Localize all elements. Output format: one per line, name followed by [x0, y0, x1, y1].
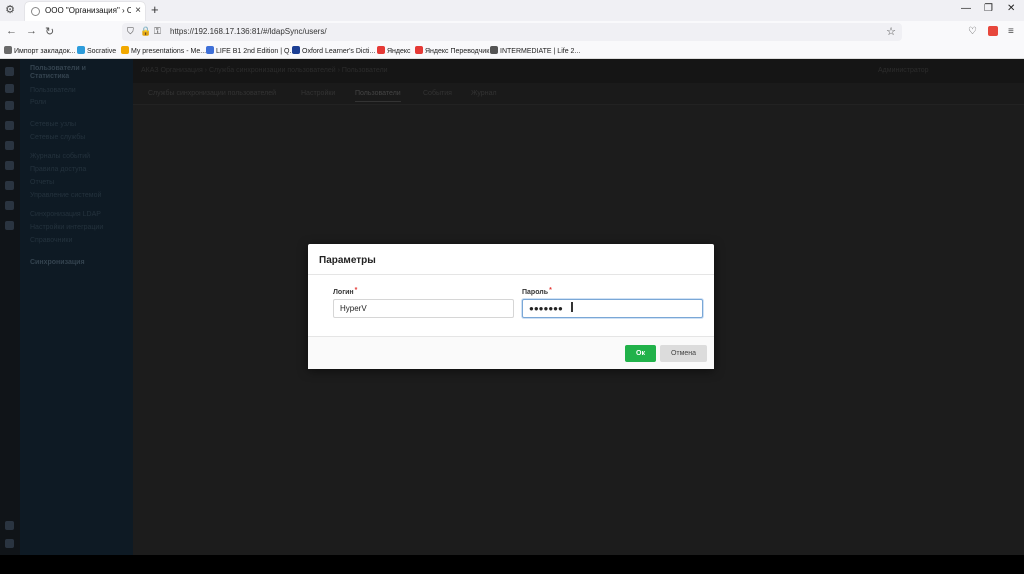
- pocket-icon[interactable]: ♡: [968, 26, 977, 37]
- folder-icon[interactable]: [5, 141, 14, 150]
- sidebar-item[interactable]: Роли: [30, 99, 46, 106]
- app-tabs: Службы синхронизации пользователей Настр…: [133, 83, 1024, 105]
- bookmark-item[interactable]: Яндекс: [377, 46, 411, 55]
- tab-title: ООО "Организация" › Служба: [45, 6, 131, 15]
- maximize-icon[interactable]: ❐: [984, 3, 993, 14]
- dialog-title: Параметры: [319, 255, 376, 266]
- parameters-dialog: Параметры Логин* Пароль* Ок Отмена: [308, 244, 714, 369]
- shield-icon[interactable]: ⛉: [127, 26, 134, 37]
- password-field[interactable]: [522, 299, 703, 318]
- network-icon[interactable]: [5, 101, 14, 110]
- home-icon[interactable]: [5, 67, 14, 76]
- text-cursor-icon: [571, 302, 573, 312]
- tab-users[interactable]: Пользователи: [355, 90, 401, 102]
- bookmark-star-icon[interactable]: ☆: [886, 25, 896, 38]
- bookmark-item[interactable]: Oxford Learner's Dicti...: [292, 46, 375, 55]
- bookmark-favicon-icon: [77, 46, 85, 54]
- shield-icon[interactable]: [5, 121, 14, 130]
- reload-icon[interactable]: ↻: [45, 25, 54, 38]
- sidebar-item[interactable]: Журналы событий: [30, 153, 90, 160]
- sidebar-item[interactable]: Настройки интеграции: [30, 224, 103, 231]
- browser-tab-bar: ⚙ ООО "Организация" › Служба × + — ❐ ✕: [0, 0, 1024, 21]
- extension-icon[interactable]: [988, 26, 998, 36]
- tab-favicon-icon: [31, 7, 40, 16]
- mail-icon[interactable]: [5, 161, 14, 170]
- sidebar-item[interactable]: Управление системой: [30, 192, 101, 199]
- bookmarks-bar: Импорт закладок... Socrative My presenta…: [0, 43, 1024, 59]
- yandex-translate-icon: [415, 46, 423, 54]
- bookmark-favicon-icon: [206, 46, 214, 54]
- required-marker: *: [549, 287, 552, 294]
- bookmark-item[interactable]: My presentations - Me...: [121, 46, 206, 55]
- bottom-bar: [0, 555, 1024, 574]
- dialog-footer: Ок Отмена: [308, 336, 714, 369]
- bookmark-item[interactable]: INTERMEDIATE | Life 2...: [490, 46, 580, 55]
- sidebar-item-active[interactable]: Синхронизация: [30, 259, 85, 266]
- tab-log[interactable]: Журнал: [471, 90, 497, 97]
- bookmark-item[interactable]: LIFE B1 2nd Edition | Q...: [206, 46, 295, 55]
- chart-icon[interactable]: [5, 181, 14, 190]
- window-close-icon[interactable]: ✕: [1007, 3, 1015, 14]
- tab-events[interactable]: События: [423, 90, 452, 97]
- url-text: https://192.168.17.136:81/#/ldapSync/use…: [170, 27, 327, 36]
- sidebar-item[interactable]: Отчеты: [30, 179, 54, 186]
- sidebar-item[interactable]: Справочники: [30, 237, 72, 244]
- browser-menu-icon[interactable]: ⚙: [4, 4, 16, 16]
- icon-rail: [0, 59, 20, 555]
- forward-icon[interactable]: →: [26, 25, 37, 37]
- new-tab-icon[interactable]: +: [151, 2, 159, 17]
- bookmark-item[interactable]: Импорт закладок...: [4, 46, 76, 55]
- browser-tab[interactable]: ООО "Организация" › Служба ×: [25, 2, 145, 21]
- browser-nav-bar: ← → ↻ ⛉ 🔒 ⚿ https://192.168.17.136:81/#/…: [0, 21, 1024, 43]
- login-field[interactable]: [333, 299, 514, 318]
- sidebar-item[interactable]: Сетевые службы: [30, 134, 85, 141]
- breadcrumb[interactable]: АКАЗ Организация › Служба синхронизации …: [141, 67, 388, 74]
- url-bar[interactable]: ⛉ 🔒 ⚿ https://192.168.17.136:81/#/ldapSy…: [122, 23, 902, 41]
- sidebar-section-title: Статистика: [30, 73, 70, 80]
- tab-sync-services[interactable]: Службы синхронизации пользователей: [148, 90, 276, 97]
- cancel-button[interactable]: Отмена: [660, 345, 707, 362]
- user-menu[interactable]: Администратор: [878, 67, 929, 74]
- yandex-icon: [377, 46, 385, 54]
- login-label: Логин*: [333, 287, 358, 296]
- permissions-icon[interactable]: ⚿: [154, 26, 161, 37]
- back-icon[interactable]: ←: [6, 25, 17, 37]
- wrench-icon[interactable]: [5, 221, 14, 230]
- app-header: АКАЗ Организация › Служба синхронизации …: [133, 59, 1024, 83]
- import-icon: [4, 46, 12, 54]
- sidebar: Пользователи и Статистика Пользователи Р…: [20, 59, 133, 555]
- password-label: Пароль*: [522, 287, 552, 296]
- tab-close-icon[interactable]: ×: [135, 5, 141, 16]
- sidebar-item[interactable]: Сетевые узлы: [30, 121, 76, 128]
- sidebar-item[interactable]: Правила доступа: [30, 166, 86, 173]
- collapse-icon[interactable]: [5, 539, 14, 548]
- extensions-menu-icon[interactable]: ≡: [1008, 26, 1014, 37]
- settings-icon[interactable]: [5, 521, 14, 530]
- tab-settings[interactable]: Настройки: [301, 90, 335, 97]
- sidebar-item[interactable]: Пользователи: [30, 87, 76, 94]
- bookmark-item[interactable]: Яндекс Переводчик: [415, 46, 489, 55]
- lock-warning-icon[interactable]: 🔒: [140, 26, 151, 37]
- users-icon[interactable]: [5, 84, 14, 93]
- dialog-header: Параметры: [308, 244, 714, 275]
- required-marker: *: [354, 287, 358, 294]
- sidebar-section-title: Пользователи и: [30, 65, 86, 72]
- bookmark-favicon-icon: [121, 46, 129, 54]
- bookmark-item[interactable]: Socrative: [77, 46, 116, 55]
- minimize-icon[interactable]: —: [961, 3, 971, 14]
- bookmark-favicon-icon: [292, 46, 300, 54]
- phone-icon[interactable]: [5, 201, 14, 210]
- ok-button[interactable]: Ок: [625, 345, 656, 362]
- sidebar-item[interactable]: Синхронизация LDAP: [30, 211, 101, 218]
- globe-icon: [490, 46, 498, 54]
